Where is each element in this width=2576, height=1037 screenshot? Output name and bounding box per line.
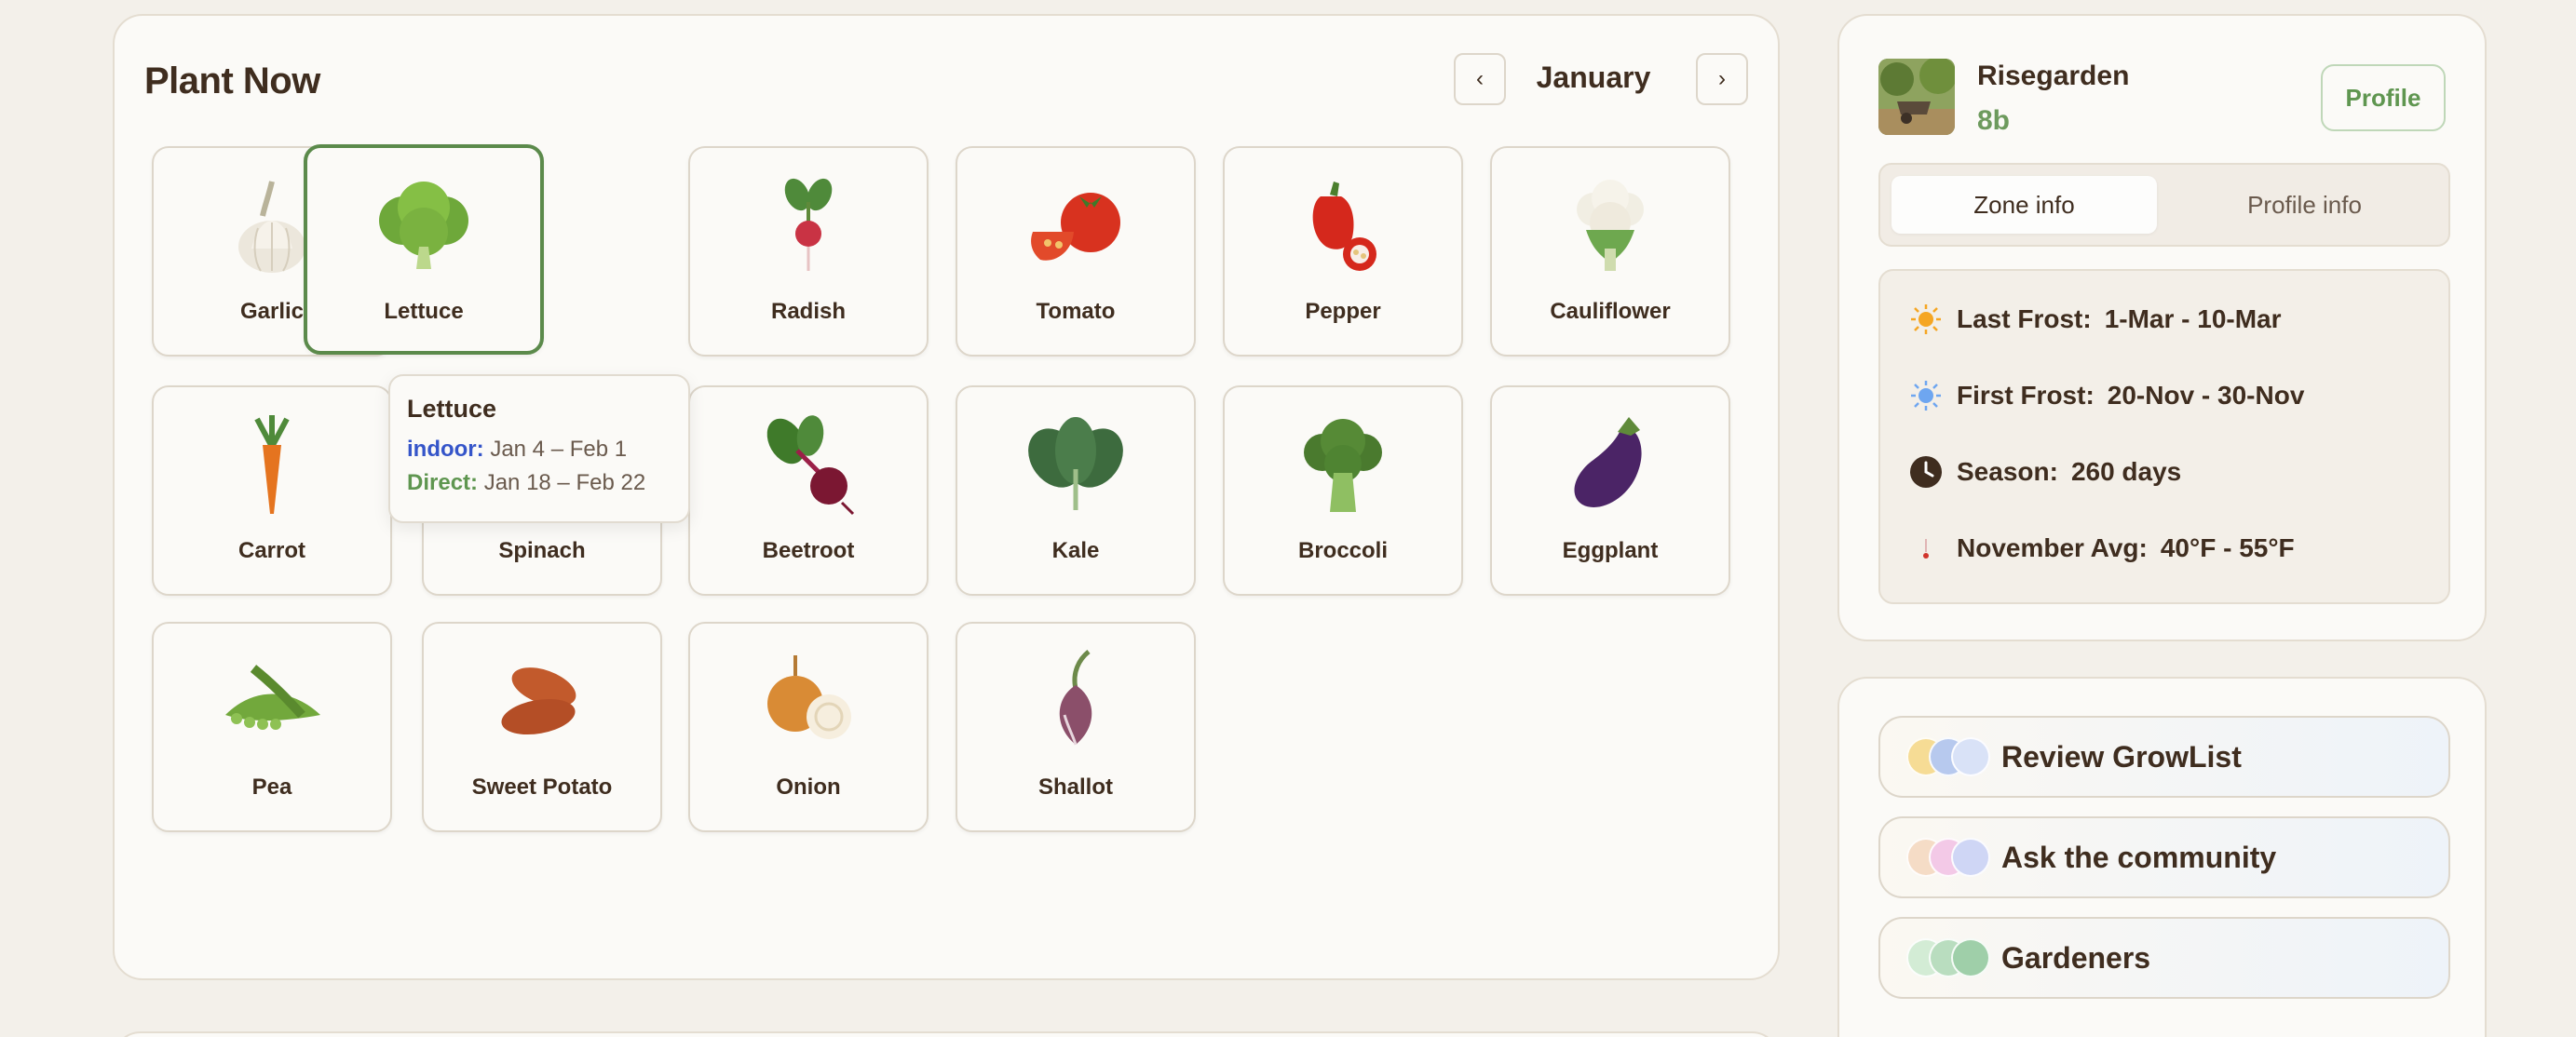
plant-tile-radish[interactable]: Radish <box>688 146 929 357</box>
panel-title: Plant Now <box>144 61 320 101</box>
zone-label: 8b <box>1977 105 2011 136</box>
pepper-icon <box>1282 174 1403 276</box>
tooltip-indoor-row: indoor: Jan 4 – Feb 1 <box>407 437 671 463</box>
avatar-dot <box>1951 938 1990 977</box>
plant-name: Cauliflower <box>1550 299 1671 324</box>
ask-community-button[interactable]: Ask the community <box>1878 816 2450 898</box>
last-frost-label: Last Frost: <box>1957 304 2092 333</box>
plant-tile-lettuce[interactable]: Lettuce <box>304 144 544 355</box>
direct-dates: Jan 18 – Feb 22 <box>483 470 646 495</box>
bottom-panel <box>113 1031 1780 1037</box>
sun-icon <box>1908 302 1944 337</box>
info-tabs: Zone info Profile info <box>1878 163 2450 247</box>
direct-label: Direct: <box>407 470 479 495</box>
indoor-label: indoor: <box>407 437 484 462</box>
current-month: January <box>1536 61 1651 94</box>
garden-name: Risegarden <box>1977 61 2130 91</box>
tab-zone-info[interactable]: Zone info <box>1891 176 2157 234</box>
avatar-stack-icon <box>1906 737 1992 776</box>
tab-profile-info[interactable]: Profile info <box>2172 176 2437 234</box>
avg-temp-value: 40°F - 55°F <box>2160 533 2295 562</box>
plant-tile-pepper[interactable]: Pepper <box>1223 146 1463 357</box>
plant-tile-kale[interactable]: Kale <box>956 385 1196 596</box>
kale-icon <box>1015 413 1136 516</box>
radish-icon <box>748 174 869 276</box>
plant-name: Onion <box>776 774 841 800</box>
next-month-button[interactable]: › <box>1696 53 1748 105</box>
broccoli-icon <box>1282 413 1403 516</box>
month-navigation: ‹ January › <box>1450 53 1748 105</box>
season-row: Season: 260 days <box>1908 453 2181 491</box>
plant-name: Sweet Potato <box>471 774 613 800</box>
plant-tile-shallot[interactable]: Shallot <box>956 622 1196 832</box>
plant-name: Beetroot <box>762 538 855 563</box>
cauliflower-icon <box>1550 174 1671 276</box>
beetroot-icon <box>748 413 869 516</box>
plant-now-panel: Plant Now ‹ January › Garlic Lettuce Rad… <box>113 14 1780 980</box>
eggplant-icon <box>1550 413 1671 516</box>
plant-name: Pea <box>251 774 292 800</box>
plant-name: Kale <box>1051 538 1100 563</box>
season-value: 260 days <box>2070 457 2182 486</box>
first-frost-label: First Frost: <box>1957 381 2095 410</box>
plant-name: Pepper <box>1305 299 1381 324</box>
plant-tile-pea[interactable]: Pea <box>152 622 392 832</box>
carrot-icon <box>211 413 332 516</box>
plant-name: Eggplant <box>1562 538 1659 563</box>
avatar-stack-icon <box>1906 838 1992 877</box>
plant-tile-cauliflower[interactable]: Cauliflower <box>1490 146 1730 357</box>
shallot-icon <box>1015 650 1136 752</box>
last-frost-value: 1-Mar - 10-Mar <box>2104 304 2282 333</box>
avatar-dot <box>1951 838 1990 877</box>
plant-tile-carrot[interactable]: Carrot <box>152 385 392 596</box>
profile-button[interactable]: Profile <box>2321 64 2446 131</box>
plant-name: Carrot <box>237 538 305 563</box>
plant-tile-tomato[interactable]: Tomato <box>956 146 1196 357</box>
plant-name: Broccoli <box>1297 538 1389 563</box>
plant-name: Tomato <box>1036 299 1116 324</box>
action-label: Gardeners <box>2001 940 2151 975</box>
avg-temp-label: November Avg: <box>1957 533 2148 562</box>
sweet-potato-icon <box>481 650 603 752</box>
plant-name: Radish <box>770 299 846 324</box>
first-frost-value: 20-Nov - 30-Nov <box>2107 381 2305 410</box>
avatar <box>1878 59 1955 135</box>
plant-tile-broccoli[interactable]: Broccoli <box>1223 385 1463 596</box>
plant-name: Lettuce <box>384 299 464 324</box>
lettuce-icon <box>363 174 484 276</box>
plant-tile-eggplant[interactable]: Eggplant <box>1490 385 1730 596</box>
avatar-dot <box>1951 737 1990 776</box>
action-label: Review GrowList <box>2001 739 2242 774</box>
indoor-dates: Jan 4 – Feb 1 <box>490 437 628 462</box>
action-label: Ask the community <box>2001 840 2277 874</box>
review-growlist-button[interactable]: Review GrowList <box>1878 716 2450 798</box>
plant-tile-beetroot[interactable]: Beetroot <box>688 385 929 596</box>
gardeners-button[interactable]: Gardeners <box>1878 917 2450 999</box>
previous-month-button[interactable]: ‹ <box>1454 53 1506 105</box>
plant-tile-onion[interactable]: Onion <box>688 622 929 832</box>
clock-icon <box>1908 454 1944 490</box>
plant-tile-sweet-potato[interactable]: Sweet Potato <box>422 622 662 832</box>
tomato-icon <box>1015 174 1136 276</box>
season-label: Season: <box>1957 457 2058 486</box>
frost-sun-icon <box>1908 378 1944 413</box>
avatar-stack-icon <box>1906 938 1992 977</box>
plant-name: Spinach <box>498 538 586 563</box>
avg-temp-row: November Avg: 40°F - 55°F <box>1908 530 2295 567</box>
last-frost-row: Last Frost: 1-Mar - 10-Mar <box>1908 301 2282 338</box>
profile-panel: Risegarden 8b Profile Zone info Profile … <box>1837 14 2487 641</box>
onion-icon <box>748 650 869 752</box>
thermometer-icon <box>1908 531 1944 566</box>
tooltip-title: Lettuce <box>407 395 497 423</box>
first-frost-row: First Frost: 20-Nov - 30-Nov <box>1908 377 2304 414</box>
zone-info-card: Last Frost: 1-Mar - 10-Mar First Frost: … <box>1878 269 2450 604</box>
plant-tooltip: Lettuce indoor: Jan 4 – Feb 1 Direct: Ja… <box>388 374 690 523</box>
actions-panel: Review GrowList Ask the community Garden… <box>1837 677 2487 1037</box>
plant-name: Shallot <box>1037 774 1113 800</box>
tooltip-direct-row: Direct: Jan 18 – Feb 22 <box>407 470 671 496</box>
pea-icon <box>211 650 332 752</box>
